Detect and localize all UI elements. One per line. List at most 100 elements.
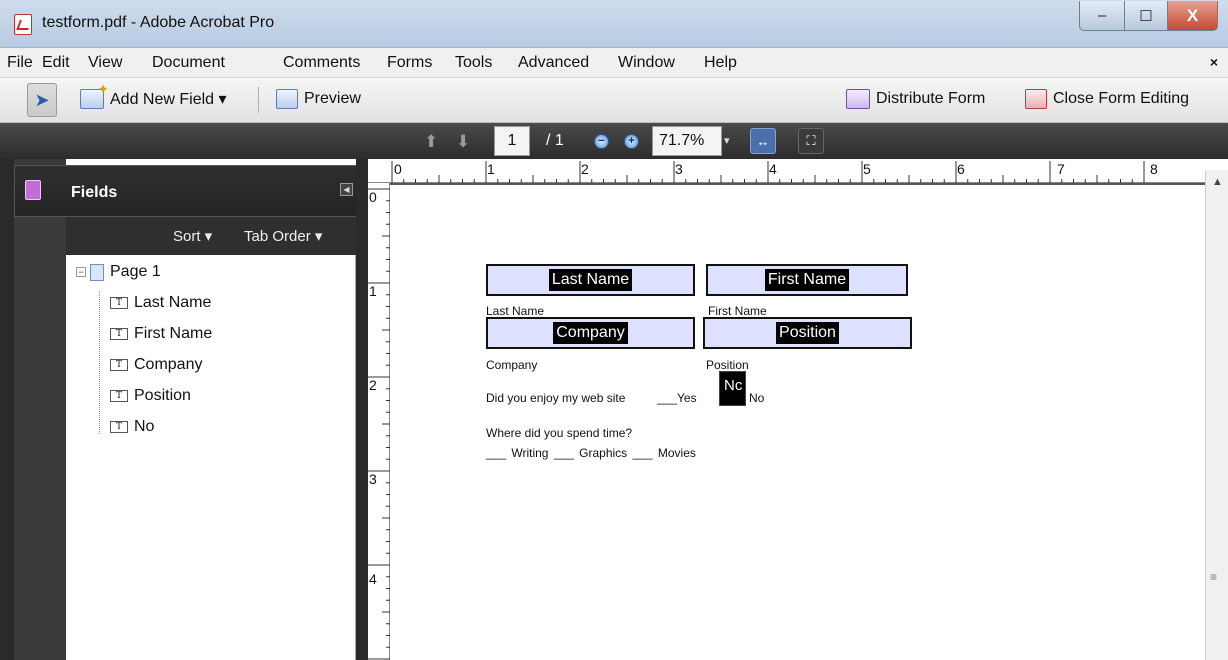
tree-field-no[interactable]: T No: [110, 418, 154, 436]
form-field-company[interactable]: Company: [486, 317, 695, 349]
tree-field-label: Company: [134, 356, 203, 373]
ruler-mark: 1: [369, 283, 377, 299]
label-last-name: Last Name: [486, 304, 545, 318]
maximize-button[interactable]: ☐: [1124, 1, 1168, 31]
distribute-form-label: Distribute Form: [876, 90, 986, 107]
label-where-question: Where did you spend time?: [486, 426, 633, 440]
ruler-mark: 0: [369, 189, 377, 205]
label-company: Company: [486, 358, 538, 372]
page-edge: [390, 183, 1205, 185]
fit-page-icon[interactable]: ⛶: [798, 128, 824, 154]
close-button[interactable]: X: [1167, 1, 1218, 31]
scroll-up-icon[interactable]: ▲: [1212, 176, 1223, 188]
title-bar: testform.pdf - Adobe Acrobat Pro – ☐ X: [0, 0, 1228, 48]
minimize-button[interactable]: –: [1079, 1, 1125, 31]
preview-label: Preview: [304, 90, 361, 107]
form-field-name: First Name: [764, 269, 850, 291]
menu-advanced[interactable]: Advanced: [518, 54, 589, 72]
form-field-first-name[interactable]: First Name: [706, 264, 908, 296]
form-field-no[interactable]: Nc: [719, 371, 746, 406]
text-field-icon: T: [110, 359, 128, 371]
close-document-icon[interactable]: ×: [1210, 54, 1218, 70]
collapse-panel-icon[interactable]: ◀: [340, 183, 353, 196]
horizontal-ruler: 0 1 2 3 4 5 6 7 8: [368, 159, 1228, 183]
next-page-icon[interactable]: ⬇: [456, 132, 470, 152]
collapse-icon[interactable]: −: [76, 267, 86, 277]
tree-field-label: Last Name: [134, 294, 212, 311]
menu-tools[interactable]: Tools: [455, 54, 492, 72]
form-field-name: Company: [553, 322, 628, 344]
scroll-grip-icon[interactable]: ≡: [1210, 570, 1217, 584]
navigation-pane-strip: [0, 159, 14, 660]
select-object-tool[interactable]: ➤: [27, 83, 57, 117]
text-field-icon: T: [110, 390, 128, 402]
menu-edit[interactable]: Edit: [42, 54, 70, 72]
form-toolbar: ➤ Add New Field ▾ Preview Distribute For…: [0, 78, 1228, 123]
add-new-field-label: Add New Field ▾: [110, 91, 227, 108]
vertical-ruler: 0 1 2 3 4: [368, 183, 390, 660]
ruler-mark: 6: [957, 161, 965, 177]
menu-view[interactable]: View: [88, 54, 122, 72]
zoom-out-icon[interactable]: −: [594, 134, 609, 149]
navigation-pane-background: [14, 159, 66, 660]
add-new-field-button[interactable]: Add New Field ▾: [80, 81, 227, 109]
ruler-mark: 2: [581, 161, 589, 177]
close-form-editing-button[interactable]: Close Form Editing: [1025, 89, 1189, 109]
tree-field-last-name[interactable]: T Last Name: [110, 294, 211, 312]
ruler-mark: 1: [487, 161, 495, 177]
tree-field-position[interactable]: T Position: [110, 387, 191, 405]
ruler-mark: 4: [769, 161, 777, 177]
horizontal-ruler-ticks: [391, 161, 1145, 183]
ruler-mark: 3: [675, 161, 683, 177]
tree-field-label: No: [134, 418, 155, 435]
tree-field-first-name[interactable]: T First Name: [110, 325, 212, 343]
menu-forms[interactable]: Forms: [387, 54, 432, 72]
previous-page-icon[interactable]: ⬆: [424, 132, 438, 152]
ruler-mark: 2: [369, 377, 377, 393]
menu-help[interactable]: Help: [704, 54, 737, 72]
page-number-input[interactable]: 1: [494, 126, 530, 156]
zoom-in-icon[interactable]: +: [624, 134, 639, 149]
tree-field-company[interactable]: T Company: [110, 356, 202, 374]
ruler-mark: 4: [369, 571, 377, 587]
form-field-position[interactable]: Position: [703, 317, 912, 349]
form-field-last-name[interactable]: Last Name: [486, 264, 695, 296]
tab-order-dropdown[interactable]: Tab Order ▾: [244, 227, 322, 245]
fields-sort-bar: Sort ▾ Tab Order ▾: [66, 217, 360, 255]
label-no-option: No: [749, 391, 765, 405]
pane-splitter[interactable]: [356, 159, 368, 660]
fields-panel-icon[interactable]: [25, 180, 41, 200]
ruler-mark: 5: [863, 161, 871, 177]
tree-field-label: First Name: [134, 325, 213, 342]
label-yes-option: ___Yes: [657, 391, 697, 405]
page-total: / 1: [546, 132, 564, 149]
menu-bar: File Edit View Document Comments Forms T…: [0, 48, 1228, 78]
ruler-mark: 7: [1057, 161, 1065, 177]
fields-panel-header: Fields ◀: [14, 165, 360, 217]
sort-dropdown[interactable]: Sort ▾: [173, 227, 212, 245]
pointer-icon: ➤: [34, 89, 50, 110]
fit-width-icon[interactable]: ↔: [750, 128, 776, 154]
vertical-scrollbar[interactable]: ▲ ≡: [1205, 170, 1228, 660]
menu-window[interactable]: Window: [618, 54, 675, 72]
acrobat-pdf-icon: [14, 14, 32, 35]
page-icon: [90, 263, 104, 281]
text-field-icon: T: [110, 421, 128, 433]
tree-page-node[interactable]: − Page 1: [76, 263, 161, 281]
page-navigation-bar: ⬆ ⬇ 1 / 1 − + 71.7% ▾ ↔ ⛶: [0, 123, 1228, 159]
close-form-editing-label: Close Form Editing: [1053, 90, 1190, 107]
distribute-form-icon: [846, 89, 870, 109]
distribute-form-button[interactable]: Distribute Form: [846, 89, 985, 109]
menu-document[interactable]: Document: [152, 54, 225, 72]
zoom-dropdown-icon[interactable]: ▾: [724, 134, 730, 147]
form-field-name: Position: [776, 322, 839, 344]
text-field-icon: T: [110, 297, 128, 309]
tree-page-label: Page 1: [110, 263, 161, 280]
menu-comments[interactable]: Comments: [283, 54, 360, 72]
add-field-icon: [80, 81, 109, 109]
fields-panel-title: Fields: [71, 184, 118, 201]
menu-file[interactable]: File: [7, 54, 33, 72]
zoom-level-input[interactable]: 71.7%: [652, 126, 722, 156]
preview-button[interactable]: Preview: [276, 89, 361, 109]
label-time-options: ___ Writing ___ Graphics ___ Movies: [486, 446, 696, 460]
